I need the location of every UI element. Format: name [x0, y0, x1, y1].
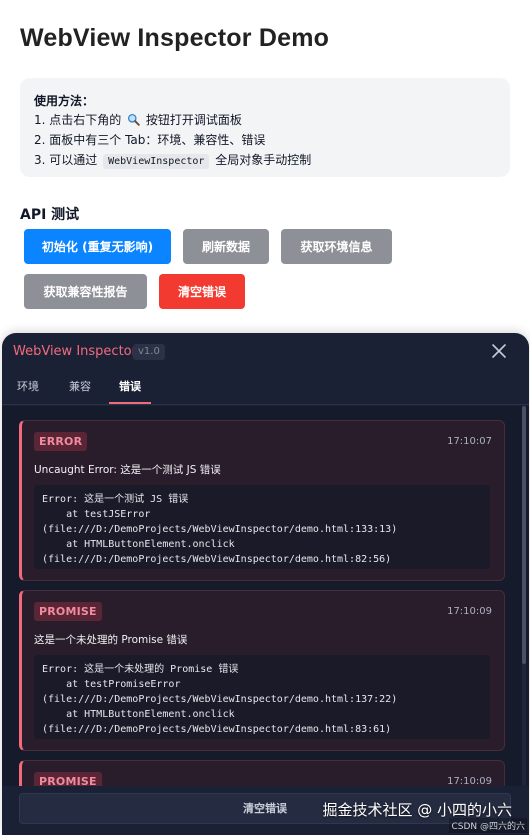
instructions-line-3-suffix: 全局对象手动控制 [215, 153, 312, 167]
stack-line: (file:///D:/DemoProjects/WebViewInspecto… [42, 694, 398, 705]
instructions-heading: 使用方法： [34, 94, 95, 108]
api-section-title: API 测试 [20, 207, 80, 223]
error-timestamp: 17:10:09 [447, 776, 492, 786]
stack-line: at HTMLButtonElement.onclick [42, 709, 235, 720]
error-item: PROMISE 17:10:09 [19, 760, 505, 786]
inspector-panel: WebView Inspector v1.0 环境 兼容 错误 ERROR 17… [2, 333, 529, 835]
get-env-info-button[interactable]: 获取环境信息 [281, 229, 392, 264]
error-stack-trace: Error: 这是一个未处理的 Promise 错误 at testPromis… [34, 655, 490, 739]
instructions-line-1-prefix: 1. 点击右下角的 [34, 113, 122, 127]
code-webviewinspector: WebViewInspector [103, 154, 210, 169]
tab-environment[interactable]: 环境 [17, 380, 39, 404]
inspector-tabs: 环境 兼容 错误 [2, 373, 529, 405]
inspector-header: WebView Inspector v1.0 [2, 333, 529, 371]
error-item: PROMISE 17:10:09 这是一个未处理的 Promise 错误 Err… [19, 590, 505, 751]
page: WebView Inspector Demo 使用方法： 1. 点击右下角的 按… [0, 0, 530, 835]
magnifier-icon [128, 113, 140, 126]
inspector-title: WebView Inspector [13, 344, 137, 359]
instructions-line-3-prefix: 3. 可以通过 [34, 153, 98, 167]
stack-line: at HTMLButtonElement.onclick [42, 539, 235, 550]
init-button[interactable]: 初始化 (重复无影响) [24, 229, 171, 264]
refresh-data-button[interactable]: 刷新数据 [183, 229, 269, 264]
stack-line: Error: 这是一个未处理的 Promise 错误 [42, 664, 239, 675]
stack-line: at testJSError [42, 509, 151, 520]
watermark-sub: CSDN @四六的六 [449, 818, 527, 833]
instructions-line-1-suffix: 按钮打开调试面板 [145, 113, 242, 127]
page-title: WebView Inspector Demo [20, 24, 330, 52]
error-message: 这是一个未处理的 Promise 错误 [34, 634, 188, 646]
stack-line: (file:///D:/DemoProjects/WebViewInspecto… [42, 524, 398, 535]
watermark: 掘金技术社区 @ 小四的小六 [322, 801, 512, 819]
stack-line: (file:///D:/DemoProjects/WebViewInspecto… [42, 554, 392, 565]
error-list: ERROR 17:10:07 Uncaught Error: 这是一个测试 JS… [2, 406, 529, 786]
error-type-badge: ERROR [34, 432, 88, 451]
stack-line: Error: 这是一个测试 JS 错误 [42, 494, 189, 505]
instructions-box: 使用方法： 1. 点击右下角的 按钮打开调试面板 2. 面板中有三个 Tab：环… [20, 78, 510, 177]
instructions-line-1: 1. 点击右下角的 按钮打开调试面板 [34, 110, 496, 130]
error-message: Uncaught Error: 这是一个测试 JS 错误 [34, 464, 221, 476]
instructions-line-3: 3. 可以通过 WebViewInspector 全局对象手动控制 [34, 150, 496, 172]
inspector-version-badge: v1.0 [133, 344, 165, 360]
error-timestamp: 17:10:07 [447, 436, 492, 447]
close-icon[interactable] [491, 343, 507, 359]
error-list-scrollbar-thumb[interactable] [522, 406, 526, 664]
error-timestamp: 17:10:09 [447, 606, 492, 617]
clear-errors-button[interactable]: 清空错误 [159, 274, 245, 309]
stack-line: at testPromiseError [42, 679, 181, 690]
error-stack-trace: Error: 这是一个测试 JS 错误 at testJSError (file… [34, 485, 490, 569]
error-type-badge: PROMISE [34, 772, 102, 786]
get-compat-report-button[interactable]: 获取兼容性报告 [24, 274, 147, 309]
tab-errors[interactable]: 错误 [109, 380, 151, 404]
instructions-line-2: 2. 面板中有三个 Tab：环境、兼容性、错误 [34, 133, 266, 147]
error-type-badge: PROMISE [34, 602, 102, 621]
error-item: ERROR 17:10:07 Uncaught Error: 这是一个测试 JS… [19, 420, 505, 581]
tab-compatibility[interactable]: 兼容 [69, 380, 91, 404]
stack-line: (file:///D:/DemoProjects/WebViewInspecto… [42, 724, 392, 735]
